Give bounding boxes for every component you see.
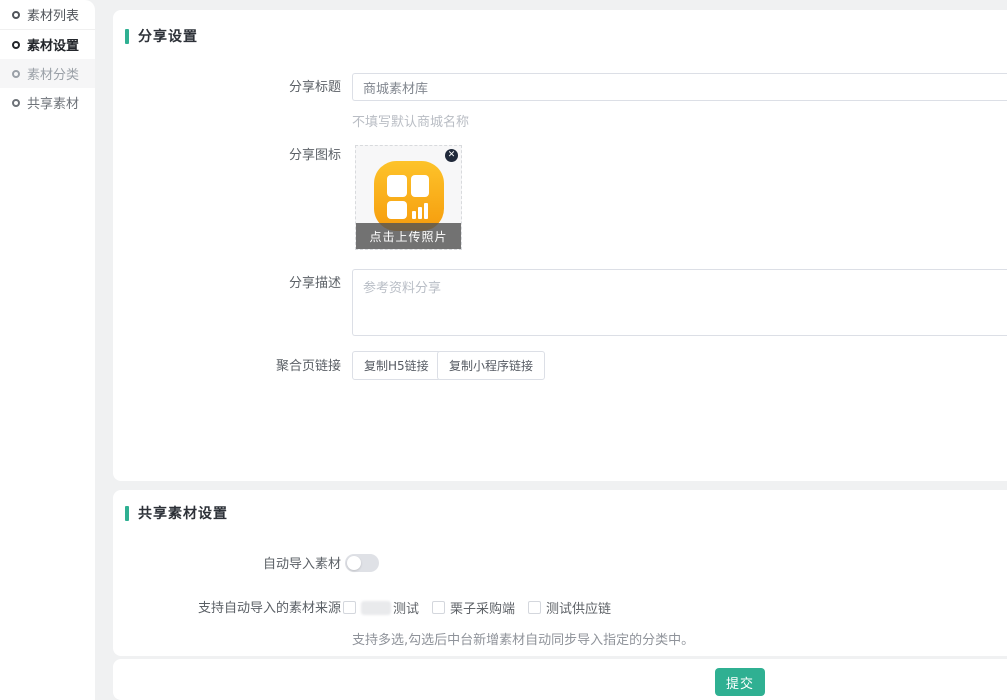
sidebar-item-label: 素材列表 [27, 5, 79, 24]
radio-circle-icon [12, 70, 20, 78]
icon-square [387, 201, 407, 219]
share-title-input[interactable] [352, 73, 1007, 101]
section-accent-bar [125, 506, 129, 521]
redacted-text-blob [361, 601, 391, 615]
share-title-label: 分享标题 [113, 80, 341, 95]
source-option-lizi-procurement[interactable]: 栗子采购端 [432, 598, 515, 617]
remove-icon-button[interactable]: ✕ [445, 149, 458, 162]
source-option-redacted-test[interactable]: 测试 [343, 598, 419, 617]
auto-import-toggle[interactable] [345, 554, 379, 572]
toggle-knob [347, 556, 361, 570]
sidebar-item-label: 素材分类 [27, 64, 79, 83]
icon-square [387, 175, 407, 197]
uploaded-app-icon [374, 161, 444, 231]
sources-checkbox-group: 测试 栗子采购端 测试供应链 [343, 598, 611, 617]
source-option-test-supply-chain[interactable]: 测试供应链 [528, 598, 611, 617]
auto-import-label: 自动导入素材 [113, 557, 341, 572]
share-settings-card: 分享设置 分享标题 不填写默认商城名称 分享图标 点击上传照片 ✕ 分享描述 聚… [113, 10, 1007, 481]
upload-overlay-label[interactable]: 点击上传照片 [356, 223, 461, 249]
source-option-label: 测试供应链 [546, 598, 611, 617]
page: 素材列表 素材设置 素材分类 共享素材 分享设置 分享标题 不填写默认商城名称 … [0, 0, 1007, 700]
checkbox-icon[interactable] [343, 601, 356, 614]
radio-circle-icon [12, 41, 20, 49]
section-header: 共享素材设置 [125, 503, 228, 523]
source-option-label: 栗子采购端 [450, 598, 515, 617]
icon-chart-bar [424, 203, 428, 219]
sidebar-item-material-settings[interactable]: 素材设置 [0, 30, 95, 59]
sidebar-item-shared-material[interactable]: 共享素材 [0, 88, 95, 117]
sources-label: 支持自动导入的素材来源 [113, 601, 341, 616]
share-icon-label: 分享图标 [113, 148, 341, 163]
sidebar-item-label: 共享素材 [27, 93, 79, 112]
icon-chart-bar [418, 207, 422, 219]
radio-circle-icon [12, 99, 20, 107]
agg-link-label: 聚合页链接 [113, 359, 341, 374]
copy-miniprogram-link-button[interactable]: 复制小程序链接 [437, 351, 545, 380]
icon-square [411, 175, 429, 197]
sidebar-item-label: 素材设置 [27, 35, 79, 54]
sidebar-item-material-category[interactable]: 素材分类 [0, 59, 95, 88]
shared-material-settings-card: 共享素材设置 自动导入素材 支持自动导入的素材来源 测试 栗子采购端 测试供应链… [113, 490, 1007, 656]
sources-helper: 支持多选,勾选后中台新增素材自动同步导入指定的分类中。 [352, 629, 694, 648]
share-desc-textarea[interactable] [352, 269, 1007, 336]
section-header: 分享设置 [125, 26, 198, 46]
share-desc-label: 分享描述 [113, 276, 341, 291]
section-title: 共享素材设置 [138, 503, 228, 523]
copy-h5-link-button[interactable]: 复制H5链接 [352, 351, 441, 380]
sidebar: 素材列表 素材设置 素材分类 共享素材 [0, 0, 95, 700]
icon-upload-box[interactable]: 点击上传照片 ✕ [355, 145, 462, 250]
share-title-helper: 不填写默认商城名称 [352, 111, 469, 130]
source-option-label: 测试 [393, 598, 419, 617]
section-accent-bar [125, 29, 129, 44]
checkbox-icon[interactable] [528, 601, 541, 614]
submit-bar: 提交 [113, 659, 1007, 700]
submit-button[interactable]: 提交 [715, 668, 765, 696]
sidebar-item-material-list[interactable]: 素材列表 [0, 0, 95, 30]
section-title: 分享设置 [138, 26, 198, 46]
icon-chart-bar [412, 211, 416, 219]
radio-circle-icon [12, 11, 20, 19]
checkbox-icon[interactable] [432, 601, 445, 614]
